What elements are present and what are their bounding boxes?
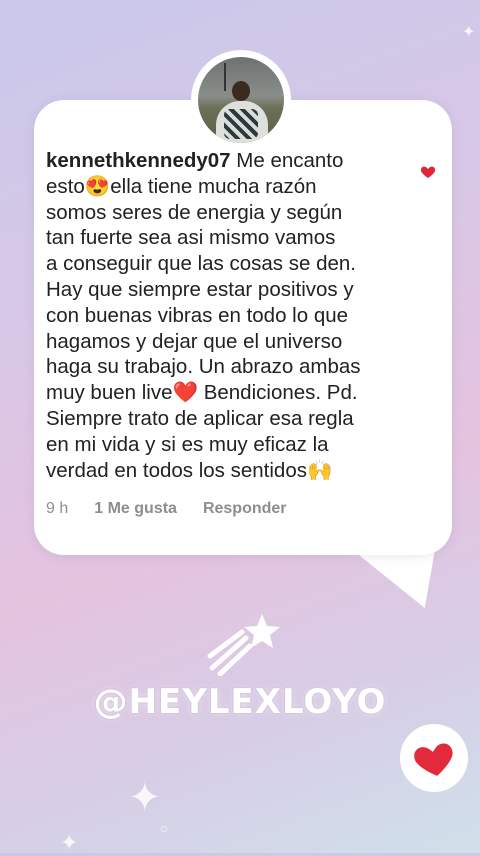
sparkle-icon: ✦: [462, 24, 476, 41]
sparkle-icon: ✦: [60, 830, 79, 855]
comment-line: Siempre trato de aplicar esa regla: [46, 406, 354, 430]
comment-meta: 9 h 1 Me gusta Responder: [46, 500, 313, 518]
comment-line: Me encanto: [230, 149, 344, 172]
like-heart-icon[interactable]: [420, 164, 436, 180]
comment-time: 9 h: [46, 500, 69, 517]
bubble-tail: [339, 548, 436, 608]
comment-line: a conseguir que las cosas se den.: [46, 252, 356, 276]
reply-button[interactable]: Responder: [203, 500, 287, 518]
sparkle-icon: ✦: [128, 776, 162, 820]
comment-line: con buenas vibras en todo lo que: [46, 303, 349, 327]
comment-line: en mi vida y si es muy eficaz la: [46, 432, 329, 456]
comment-line: haga su trabajo. Un abrazo ambas: [46, 355, 361, 379]
shooting-star-icon: [207, 614, 280, 676]
comment-line: somos seres de energia y según: [46, 200, 343, 224]
comment-text: kennethkennedy07 Me encanto esto😍ella ti…: [46, 148, 416, 483]
likes-count-button[interactable]: 1 Me gusta: [94, 500, 177, 518]
instagram-handle: @HEYLEXLOYO: [93, 682, 387, 722]
heart-icon: [414, 743, 453, 776]
heart-sticker: [394, 718, 474, 798]
comment-line: tan fuerte sea asi mismo vamos: [46, 226, 336, 250]
sparkle-icon: ○: [160, 820, 169, 836]
comment-username[interactable]: kennethkennedy07: [46, 149, 231, 172]
comment-line: hagamos y dejar que el universo: [46, 329, 343, 353]
comment-line: esto😍ella tiene mucha razón: [46, 174, 317, 198]
comment-line: Hay que siempre estar positivos y: [46, 277, 354, 301]
comment-line: muy buen live❤️ Bendiciones. Pd.: [46, 381, 358, 405]
comment-line: verdad en todos los sentidos🙌: [46, 458, 333, 482]
avatar[interactable]: [191, 50, 291, 150]
